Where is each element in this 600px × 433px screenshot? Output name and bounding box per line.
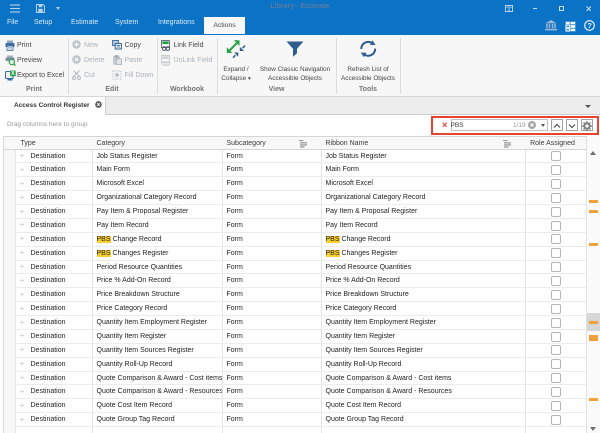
svg-text:?: ? — [587, 21, 592, 30]
svg-text:X: X — [11, 71, 15, 77]
